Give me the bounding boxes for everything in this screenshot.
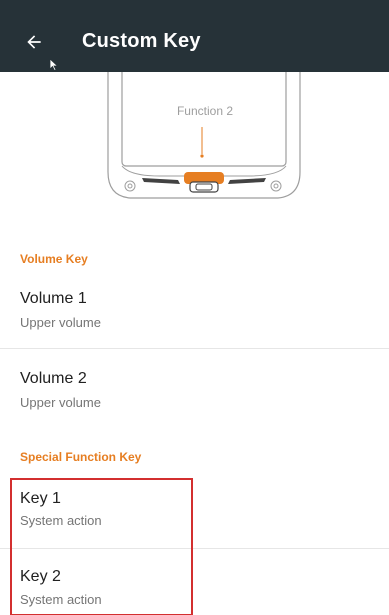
section-header-volume-key: Volume Key: [20, 252, 88, 266]
custom-key-screen: Function 2 Custom Key Volume Key Volume …: [0, 0, 389, 615]
list-item-key-1[interactable]: Key 1 System action: [0, 480, 389, 548]
app-bar: Custom Key: [0, 0, 389, 72]
item-title: Volume 1: [20, 290, 87, 307]
item-title: Key 1: [20, 490, 61, 507]
page-title: Custom Key: [82, 30, 201, 52]
item-title: Key 2: [20, 568, 61, 585]
section-header-special-function-key: Special Function Key: [20, 450, 142, 464]
list-item-volume-1[interactable]: Volume 1 Upper volume: [0, 280, 389, 348]
divider: [0, 348, 389, 349]
arrow-back-icon: [27, 35, 41, 49]
item-summary: Upper volume: [20, 315, 101, 330]
list-item-volume-2[interactable]: Volume 2 Upper volume: [0, 360, 389, 428]
item-summary: System action: [20, 513, 102, 528]
item-summary: System action: [20, 592, 102, 607]
item-summary: Upper volume: [20, 395, 101, 410]
list-item-key-2[interactable]: Key 2 System action: [0, 558, 389, 615]
back-button[interactable]: [14, 22, 54, 62]
divider: [0, 548, 389, 549]
mouse-cursor-icon: [49, 58, 59, 72]
function-label: Function 2: [176, 104, 234, 118]
item-title: Volume 2: [20, 370, 87, 387]
device-illustration: [107, 72, 301, 199]
